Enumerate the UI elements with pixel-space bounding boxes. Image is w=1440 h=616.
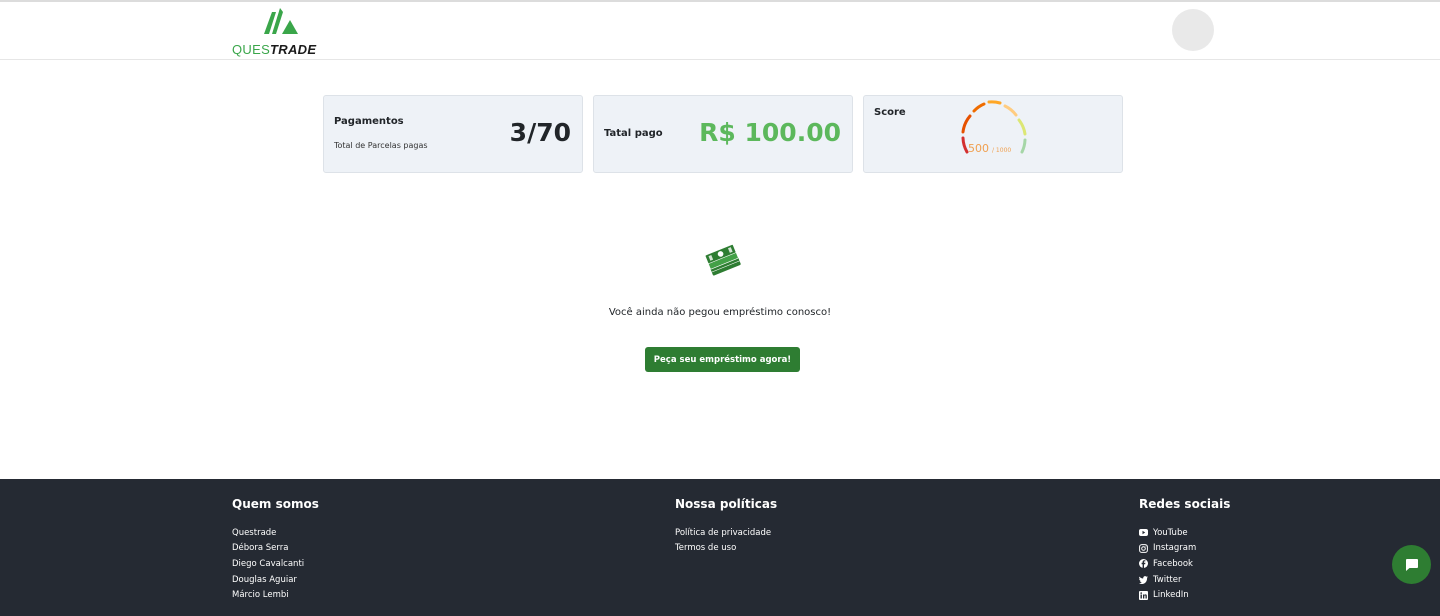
instagram-label: Instagram: [1153, 543, 1197, 554]
footer-link[interactable]: Questrade: [232, 525, 319, 541]
chat-button[interactable]: [1392, 545, 1431, 584]
instagram-link[interactable]: Instagram: [1139, 541, 1230, 557]
youtube-link[interactable]: YouTube: [1139, 525, 1230, 541]
footer-link[interactable]: Douglas Aguiar: [232, 572, 319, 588]
score-title: Score: [874, 107, 906, 118]
chat-icon: [1405, 558, 1418, 571]
privacy-policy-link[interactable]: Política de privacidade: [675, 525, 777, 541]
facebook-label: Facebook: [1153, 558, 1193, 569]
instagram-icon: [1139, 543, 1148, 553]
request-loan-button[interactable]: Peça seu empréstimo agora!: [645, 347, 800, 372]
total-paid-value: R$ 100.00: [699, 118, 841, 147]
footer-policies-column: Nossa políticas Política de privacidade …: [675, 497, 777, 556]
total-paid-title: Tatal pago: [604, 128, 663, 139]
facebook-link[interactable]: Facebook: [1139, 556, 1230, 572]
total-paid-card: Tatal pago R$ 100.00: [593, 95, 853, 173]
footer-social-column: Redes sociais YouTube Instagram Facebook…: [1139, 497, 1230, 603]
twitter-icon: [1139, 575, 1148, 584]
score-gauge: 500 / 1000: [961, 100, 1027, 155]
payments-title: Pagamentos: [334, 116, 404, 127]
empty-state-message: Você ainda não pegou empréstimo conosco!: [608, 307, 832, 318]
payments-card: Pagamentos Total de Parcelas pagas 3/70: [323, 95, 583, 173]
questrade-logo[interactable]: QUESTRADE: [232, 6, 336, 57]
score-card: Score 500 / 1000: [863, 95, 1123, 173]
site-header: QUESTRADE: [0, 2, 1440, 60]
footer-about-title: Quem somos: [232, 497, 319, 511]
logo-wordmark: QUESTRADE: [232, 42, 317, 57]
twitter-link[interactable]: Twitter: [1139, 572, 1230, 588]
linkedin-icon: [1139, 590, 1148, 600]
payments-subtitle: Total de Parcelas pagas: [334, 141, 428, 150]
payments-value: 3/70: [509, 118, 571, 147]
linkedin-label: LinkedIn: [1153, 590, 1189, 601]
footer-policies-title: Nossa políticas: [675, 497, 778, 511]
twitter-label: Twitter: [1153, 574, 1182, 585]
footer-link[interactable]: Diego Cavalcanti: [232, 556, 319, 572]
footer-link[interactable]: Débora Serra: [232, 541, 319, 557]
footer-social-title: Redes sociais: [1139, 497, 1231, 511]
money-icon: [704, 244, 741, 276]
youtube-label: YouTube: [1153, 527, 1188, 538]
footer-link[interactable]: Márcio Lembi: [232, 587, 319, 603]
facebook-icon: [1139, 559, 1148, 569]
score-value: 500: [968, 142, 989, 155]
user-avatar[interactable]: [1172, 9, 1214, 51]
youtube-icon: [1139, 529, 1148, 537]
score-max: / 1000: [992, 147, 1011, 154]
site-footer: Quem somos Questrade Débora Serra Diego …: [0, 479, 1440, 616]
logo-mark-icon: [264, 8, 298, 34]
linkedin-link[interactable]: LinkedIn: [1139, 587, 1230, 603]
footer-about-column: Quem somos Questrade Débora Serra Diego …: [232, 497, 319, 603]
terms-of-use-link[interactable]: Termos de uso: [675, 541, 777, 557]
